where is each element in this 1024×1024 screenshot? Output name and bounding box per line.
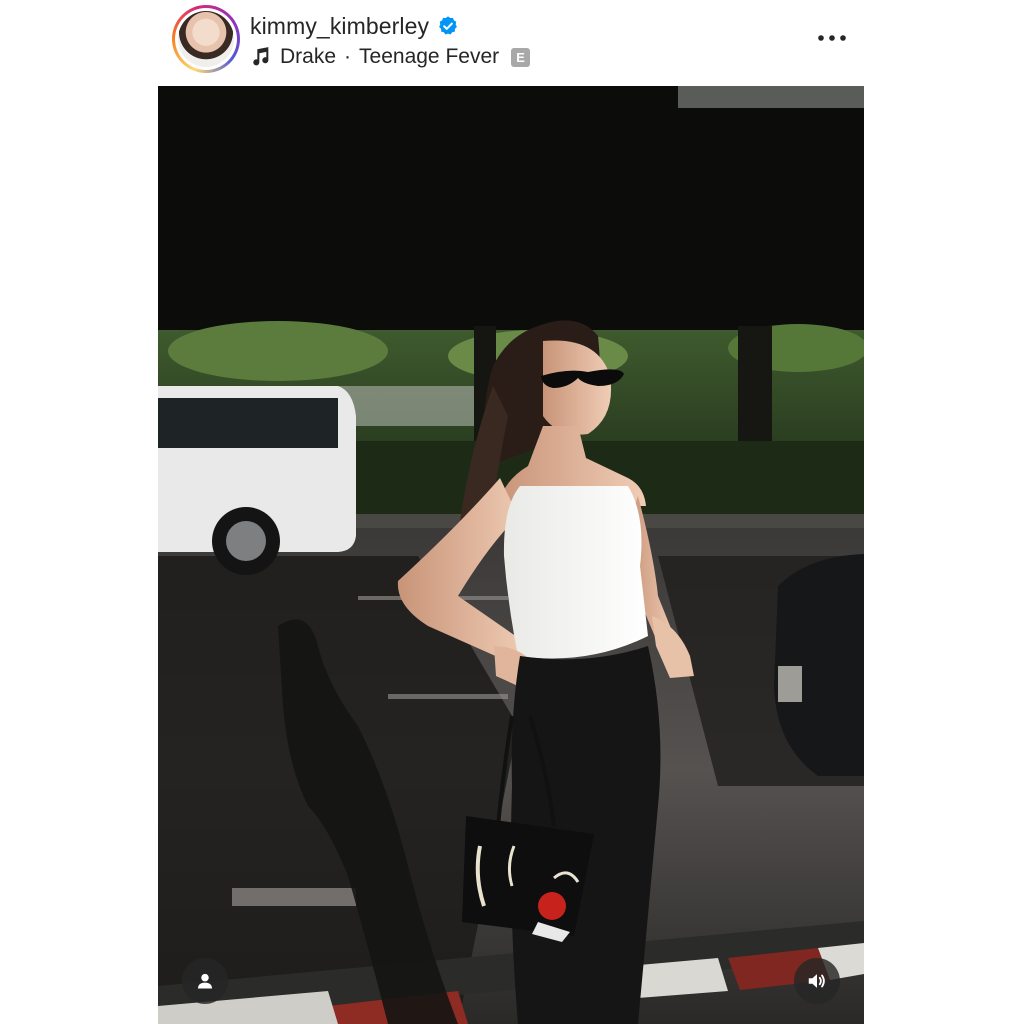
username-row: kimmy_kimberley [250,10,459,42]
post-image [158,86,864,1024]
music-track: Teenage Fever [359,45,500,68]
audio-toggle-button[interactable] [794,958,840,1004]
user-tag-icon [197,973,213,989]
more-options-button[interactable] [814,22,850,54]
music-note-icon [250,46,272,68]
music-row[interactable]: Drake · Teenage Fever E [250,42,531,72]
explicit-badge: E [511,47,531,67]
post-photo[interactable] [158,86,864,1024]
tagged-users-button[interactable] [182,958,228,1004]
speaker-icon [808,974,825,988]
verified-badge-icon [437,15,459,37]
avatar[interactable] [178,11,234,67]
music-separator: · [344,45,352,68]
music-artist: Drake [280,45,337,68]
story-ring[interactable] [172,5,240,73]
post-header: kimmy_kimberley Drake · Teenage Fever E [158,0,864,86]
username[interactable]: kimmy_kimberley [250,13,429,40]
more-options-icon [818,35,846,41]
instagram-post: kimmy_kimberley Drake · Teenage Fever E [0,0,1024,1024]
